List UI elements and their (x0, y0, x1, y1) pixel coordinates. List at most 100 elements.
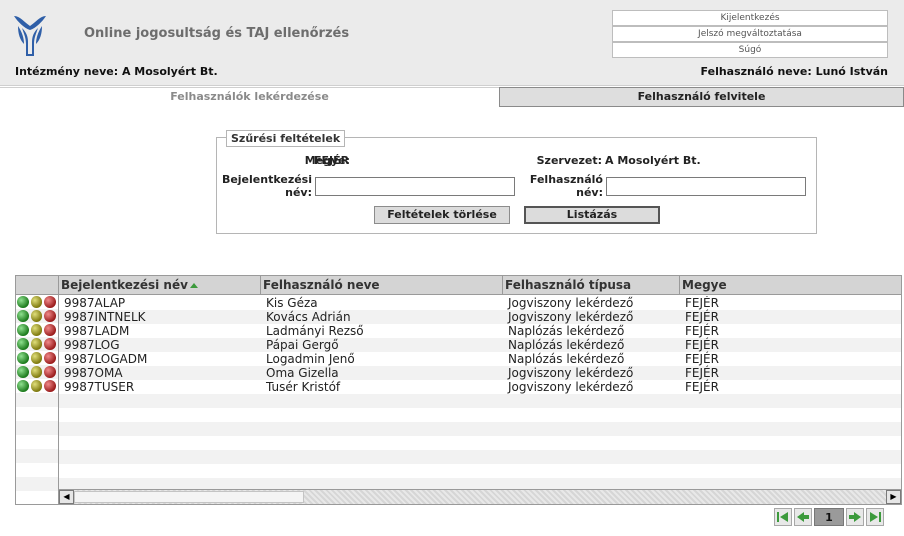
logout-link[interactable]: Kijelentkezés (612, 10, 888, 26)
red-ball-icon[interactable] (44, 380, 57, 392)
table-row (59, 436, 901, 450)
column-header-login[interactable]: Bejelentkezési név (59, 276, 261, 295)
table-row[interactable]: 9987LADM Ladmányi Rezső Naplózás lekérdező… (59, 324, 901, 338)
cell-login: 9987LOG (64, 338, 120, 352)
table-row (59, 478, 901, 489)
red-ball-icon[interactable] (44, 338, 57, 350)
olive-ball-icon[interactable] (30, 352, 43, 364)
login-name-input[interactable] (315, 177, 515, 196)
username-label-line1: Felhasználó (529, 173, 603, 186)
green-ball-icon[interactable] (17, 324, 29, 336)
clear-filters-button[interactable]: Feltételek törlése (374, 206, 510, 224)
row-actions (16, 365, 58, 379)
cell-login: 9987ALAP (64, 296, 126, 310)
column-header-type[interactable]: Felhasználó típusa (503, 276, 680, 295)
tabs: Felhasználók lekérdezése Felhasználó fel… (0, 87, 904, 107)
table-row[interactable]: 9987LOGADM Logadmin Jenő Naplózás lekérdez… (59, 352, 901, 366)
tab-user-create[interactable]: Felhasználó felvitele (499, 87, 904, 107)
cell-county: FEJÉR (685, 366, 719, 380)
olive-ball-icon[interactable] (30, 380, 43, 392)
cell-name: Tusér Kristóf (266, 380, 341, 394)
red-ball-icon[interactable] (44, 324, 57, 336)
sort-asc-icon (189, 283, 198, 288)
header: Online jogosultság és TAJ ellenőrzés Int… (0, 0, 904, 86)
table-row (59, 408, 901, 422)
login-name-label-line1: Bejelentkezési (221, 173, 312, 186)
green-ball-icon[interactable] (17, 352, 29, 364)
cell-name: Pápai Gergő (266, 338, 339, 352)
cell-type: Jogviszony lekérdező (508, 310, 634, 324)
username-label-line2: név: (576, 186, 603, 199)
org-label: Szervezet: (536, 154, 602, 167)
next-page-button[interactable] (846, 508, 864, 526)
olive-ball-icon[interactable] (30, 324, 43, 336)
olive-ball-icon[interactable] (30, 310, 43, 322)
cell-type: Naplózás lekérdező (508, 324, 625, 338)
org-value: A Mosolyért Bt. (605, 154, 701, 167)
row-actions-header (16, 276, 58, 295)
cell-type: Jogviszony lekérdező (508, 296, 634, 310)
column-header-county[interactable]: Megye (680, 276, 901, 295)
scroll-left-icon[interactable]: ◀ (59, 490, 74, 504)
row-actions (16, 295, 58, 309)
table-row (59, 422, 901, 436)
last-page-icon (870, 512, 881, 522)
username-input[interactable] (606, 177, 806, 196)
cell-county: FEJÉR (685, 352, 719, 366)
table-row[interactable]: 9987OMA Oma Gizella Jogviszony lekérdező FE… (59, 366, 901, 380)
row-actions (16, 463, 58, 477)
page-number: 1 (814, 508, 844, 526)
grid-header: Bejelentkezési név Felhasználó neve Felh… (59, 276, 901, 295)
cell-type: Jogviszony lekérdező (508, 366, 634, 380)
green-ball-icon[interactable] (17, 310, 29, 322)
prev-page-icon (797, 512, 809, 522)
row-actions (16, 323, 58, 337)
green-ball-icon[interactable] (17, 380, 29, 392)
olive-ball-icon[interactable] (30, 296, 43, 308)
table-row[interactable]: 9987INTNELK Kovács Adrián Jogviszony lekér… (59, 310, 901, 324)
change-password-link[interactable]: Jelszó megváltoztatása (612, 26, 888, 42)
cell-type: Jogviszony lekérdező (508, 380, 634, 394)
first-page-button[interactable] (774, 508, 792, 526)
column-header-name[interactable]: Felhasználó neve (261, 276, 503, 295)
row-actions-list (16, 295, 58, 491)
cell-county: FEJÉR (685, 338, 719, 352)
green-ball-icon[interactable] (17, 366, 29, 378)
row-actions (16, 379, 58, 393)
logo-icon (14, 16, 46, 56)
list-button[interactable]: Listázás (524, 206, 660, 224)
cell-type: Naplózás lekérdező (508, 338, 625, 352)
row-actions (16, 407, 58, 421)
red-ball-icon[interactable] (44, 296, 57, 308)
row-actions (16, 393, 58, 407)
cell-login: 9987LADM (64, 324, 130, 338)
row-actions (16, 435, 58, 449)
table-row[interactable]: 9987LOG Pápai Gergő Naplózás lekérdező FEJÉ… (59, 338, 901, 352)
top-links: Kijelentkezés Jelszó megváltoztatása Súg… (612, 10, 888, 58)
row-actions (16, 337, 58, 351)
cell-login: 9987INTNELK (64, 310, 146, 324)
tab-user-query[interactable]: Felhasználók lekérdezése (0, 87, 499, 107)
row-actions (16, 309, 58, 323)
cell-login: 9987OMA (64, 366, 123, 380)
cell-type: Naplózás lekérdező (508, 352, 625, 366)
county-value: FEJÉR (314, 154, 350, 167)
username-label: Felhasználó név: (502, 173, 603, 199)
red-ball-icon[interactable] (44, 310, 57, 322)
green-ball-icon[interactable] (17, 296, 29, 308)
olive-ball-icon[interactable] (30, 366, 43, 378)
scroll-thumb[interactable] (74, 491, 304, 503)
scroll-right-icon[interactable]: ▶ (886, 490, 901, 504)
table-row[interactable]: 9987ALAP Kis Géza Jogviszony lekérdező FEJÉ… (59, 296, 901, 310)
last-page-button[interactable] (866, 508, 884, 526)
prev-page-button[interactable] (794, 508, 812, 526)
horizontal-scrollbar[interactable]: ◀ ▶ (59, 489, 901, 504)
red-ball-icon[interactable] (44, 352, 57, 364)
login-name-label-line2: név: (285, 186, 312, 199)
olive-ball-icon[interactable] (30, 338, 43, 350)
red-ball-icon[interactable] (44, 366, 57, 378)
green-ball-icon[interactable] (17, 338, 29, 350)
table-row (59, 394, 901, 408)
help-link[interactable]: Súgó (612, 42, 888, 58)
table-row[interactable]: 9987TUSER Tusér Kristóf Jogviszony lekérde… (59, 380, 901, 394)
